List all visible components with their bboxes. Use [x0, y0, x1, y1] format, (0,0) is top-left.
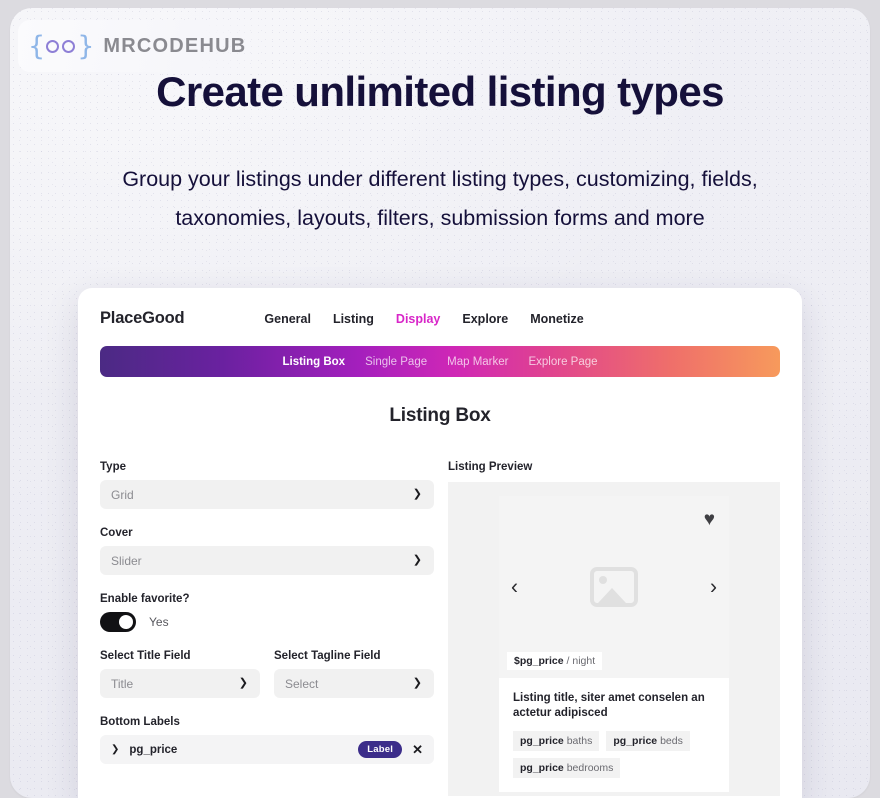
title-field-value: Title — [111, 676, 134, 691]
nav-item-monetize[interactable]: Monetize — [530, 312, 583, 326]
title-field-label: Select Title Field — [100, 650, 191, 662]
chip-baths-value: pg_price — [520, 735, 564, 747]
close-icon[interactable]: ✕ — [412, 742, 423, 758]
brand-logo: { } MRCODEHUB — [18, 20, 271, 72]
price-value: $pg_price — [514, 655, 564, 667]
app-screenshot-card: PlaceGood General Listing Display Explor… — [78, 288, 802, 798]
nav-item-display[interactable]: Display — [396, 312, 440, 326]
status-badge: Label — [358, 741, 403, 758]
tagline-field-group: Select Tagline Field Select ❯ — [274, 650, 434, 698]
favorite-toggle-state: Yes — [149, 615, 169, 629]
nav-item-listing[interactable]: Listing — [333, 312, 374, 326]
chevron-down-icon[interactable]: ❯ — [111, 744, 119, 755]
chevron-down-icon: ❯ — [412, 554, 422, 566]
bottom-labels-label: Bottom Labels — [100, 716, 180, 728]
tab-map-marker[interactable]: Map Marker — [447, 356, 508, 368]
price-badge: $pg_price / night — [507, 652, 603, 670]
listing-card-title: Listing title, siter amet conselen an ac… — [513, 692, 705, 719]
tab-listing-box[interactable]: Listing Box — [282, 356, 345, 368]
app-main-nav: General Listing Display Explore Monetize — [264, 312, 583, 326]
chip-baths: pg_price baths — [513, 731, 600, 751]
listing-preview-area: ♥ ‹ › $pg_price / night Listing title, s… — [448, 482, 780, 796]
logo-brace-right: } — [77, 30, 94, 62]
bottom-label-name: pg_price — [129, 743, 178, 756]
logo-eyes-icon — [46, 39, 76, 53]
logo-eye-left-icon — [46, 39, 60, 53]
heart-icon[interactable]: ♥ — [704, 510, 715, 529]
preview-label: Listing Preview — [448, 461, 533, 473]
chip-bedrooms-unit: bedrooms — [566, 762, 614, 774]
panel-title: Listing Box — [389, 405, 491, 426]
hero-panel: { } MRCODEHUB Create unlimited listing t… — [10, 8, 870, 798]
type-select[interactable]: Grid ❯ — [100, 480, 434, 509]
type-label: Type — [100, 461, 126, 473]
logo-brace-left: { — [28, 30, 45, 62]
title-tagline-fields: Select Title Field Title ❯ Select Taglin… — [100, 650, 434, 698]
favorite-toggle-row: Yes — [100, 612, 434, 632]
arrow-right-icon[interactable]: › — [710, 577, 717, 598]
price-unit: / night — [566, 655, 596, 667]
tagline-field-label: Select Tagline Field — [274, 650, 381, 662]
tagline-field-select[interactable]: Select ❯ — [274, 669, 434, 698]
chip-beds: pg_price beds — [606, 731, 690, 751]
app-brand: PlaceGood — [100, 309, 185, 327]
settings-form: Type Grid ❯ Cover Slider ❯ Enable favori… — [100, 461, 434, 796]
tab-explore-page[interactable]: Explore Page — [528, 356, 597, 368]
favorite-label: Enable favorite? — [100, 593, 190, 605]
listing-card-media: ♥ ‹ › $pg_price / night — [499, 496, 729, 678]
subtab-gradient-bar: Listing Box Single Page Map Marker Explo… — [100, 346, 780, 377]
bottom-label-row[interactable]: ❯ pg_price Label ✕ — [100, 735, 434, 764]
chip-bedrooms: pg_price bedrooms — [513, 758, 621, 778]
chip-bedrooms-value: pg_price — [520, 762, 564, 774]
nav-item-explore[interactable]: Explore — [462, 312, 508, 326]
title-field-group: Select Title Field Title ❯ — [100, 650, 260, 698]
image-placeholder-icon — [590, 567, 638, 607]
logo-braces-icon: { } — [28, 30, 94, 62]
listing-card-chips: pg_price baths pg_price beds pg_price be… — [513, 731, 715, 778]
brand-name: MRCODEHUB — [103, 34, 247, 57]
cover-select[interactable]: Slider ❯ — [100, 546, 434, 575]
listing-card: ♥ ‹ › $pg_price / night Listing title, s… — [499, 496, 729, 792]
arrow-left-icon[interactable]: ‹ — [511, 577, 518, 598]
app-topbar: PlaceGood General Listing Display Explor… — [78, 288, 802, 336]
chip-beds-value: pg_price — [613, 735, 658, 747]
chip-baths-unit: baths — [566, 735, 593, 747]
preview-column: Listing Preview ♥ ‹ › $pg_price / night … — [448, 461, 780, 796]
page-title: Create unlimited listing types — [156, 68, 724, 115]
toggle-knob — [119, 615, 133, 629]
chevron-down-icon: ❯ — [412, 677, 422, 689]
cover-select-value: Slider — [111, 553, 142, 568]
logo-eye-right-icon — [62, 39, 76, 53]
favorite-toggle[interactable] — [100, 612, 136, 632]
chip-beds-unit: beds — [660, 735, 683, 747]
nav-item-general[interactable]: General — [264, 312, 311, 326]
settings-columns: Type Grid ❯ Cover Slider ❯ Enable favori… — [78, 427, 802, 796]
page-subtitle: Group your listings under different list… — [122, 167, 758, 230]
chevron-down-icon: ❯ — [412, 488, 422, 500]
chevron-down-icon: ❯ — [238, 677, 248, 689]
tagline-field-value: Select — [285, 676, 319, 691]
type-select-value: Grid — [111, 487, 134, 502]
listing-card-body: Listing title, siter amet conselen an ac… — [499, 678, 729, 792]
tab-single-page[interactable]: Single Page — [365, 356, 427, 368]
title-field-select[interactable]: Title ❯ — [100, 669, 260, 698]
cover-label: Cover — [100, 527, 133, 539]
